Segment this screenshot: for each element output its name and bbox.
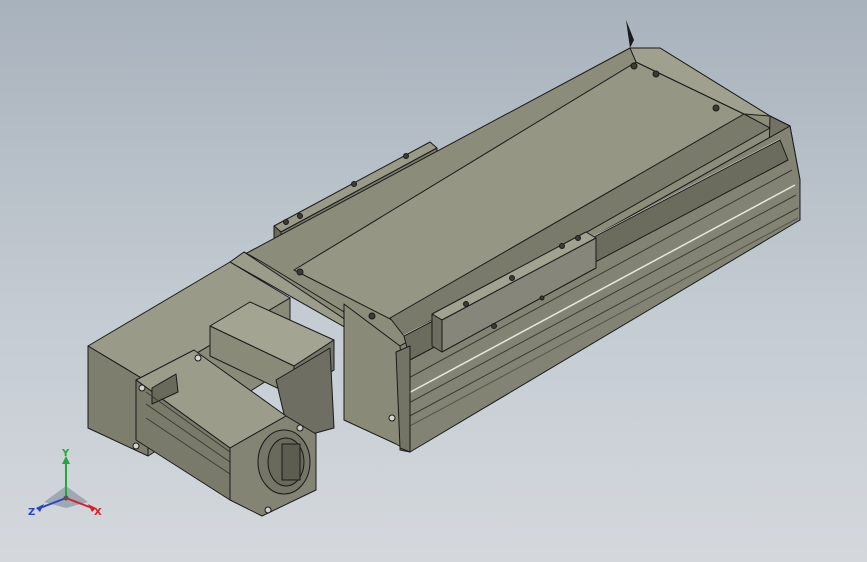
y-axis-label: Y (61, 448, 70, 459)
z-axis-label: Z (28, 507, 35, 518)
reference-triad: Y X Z (28, 448, 102, 518)
graphics-viewport[interactable]: Y X Z (0, 0, 867, 562)
linear-actuator-model[interactable] (0, 0, 867, 562)
x-axis-label: X (94, 507, 102, 518)
z-axis-arrow (36, 504, 44, 512)
